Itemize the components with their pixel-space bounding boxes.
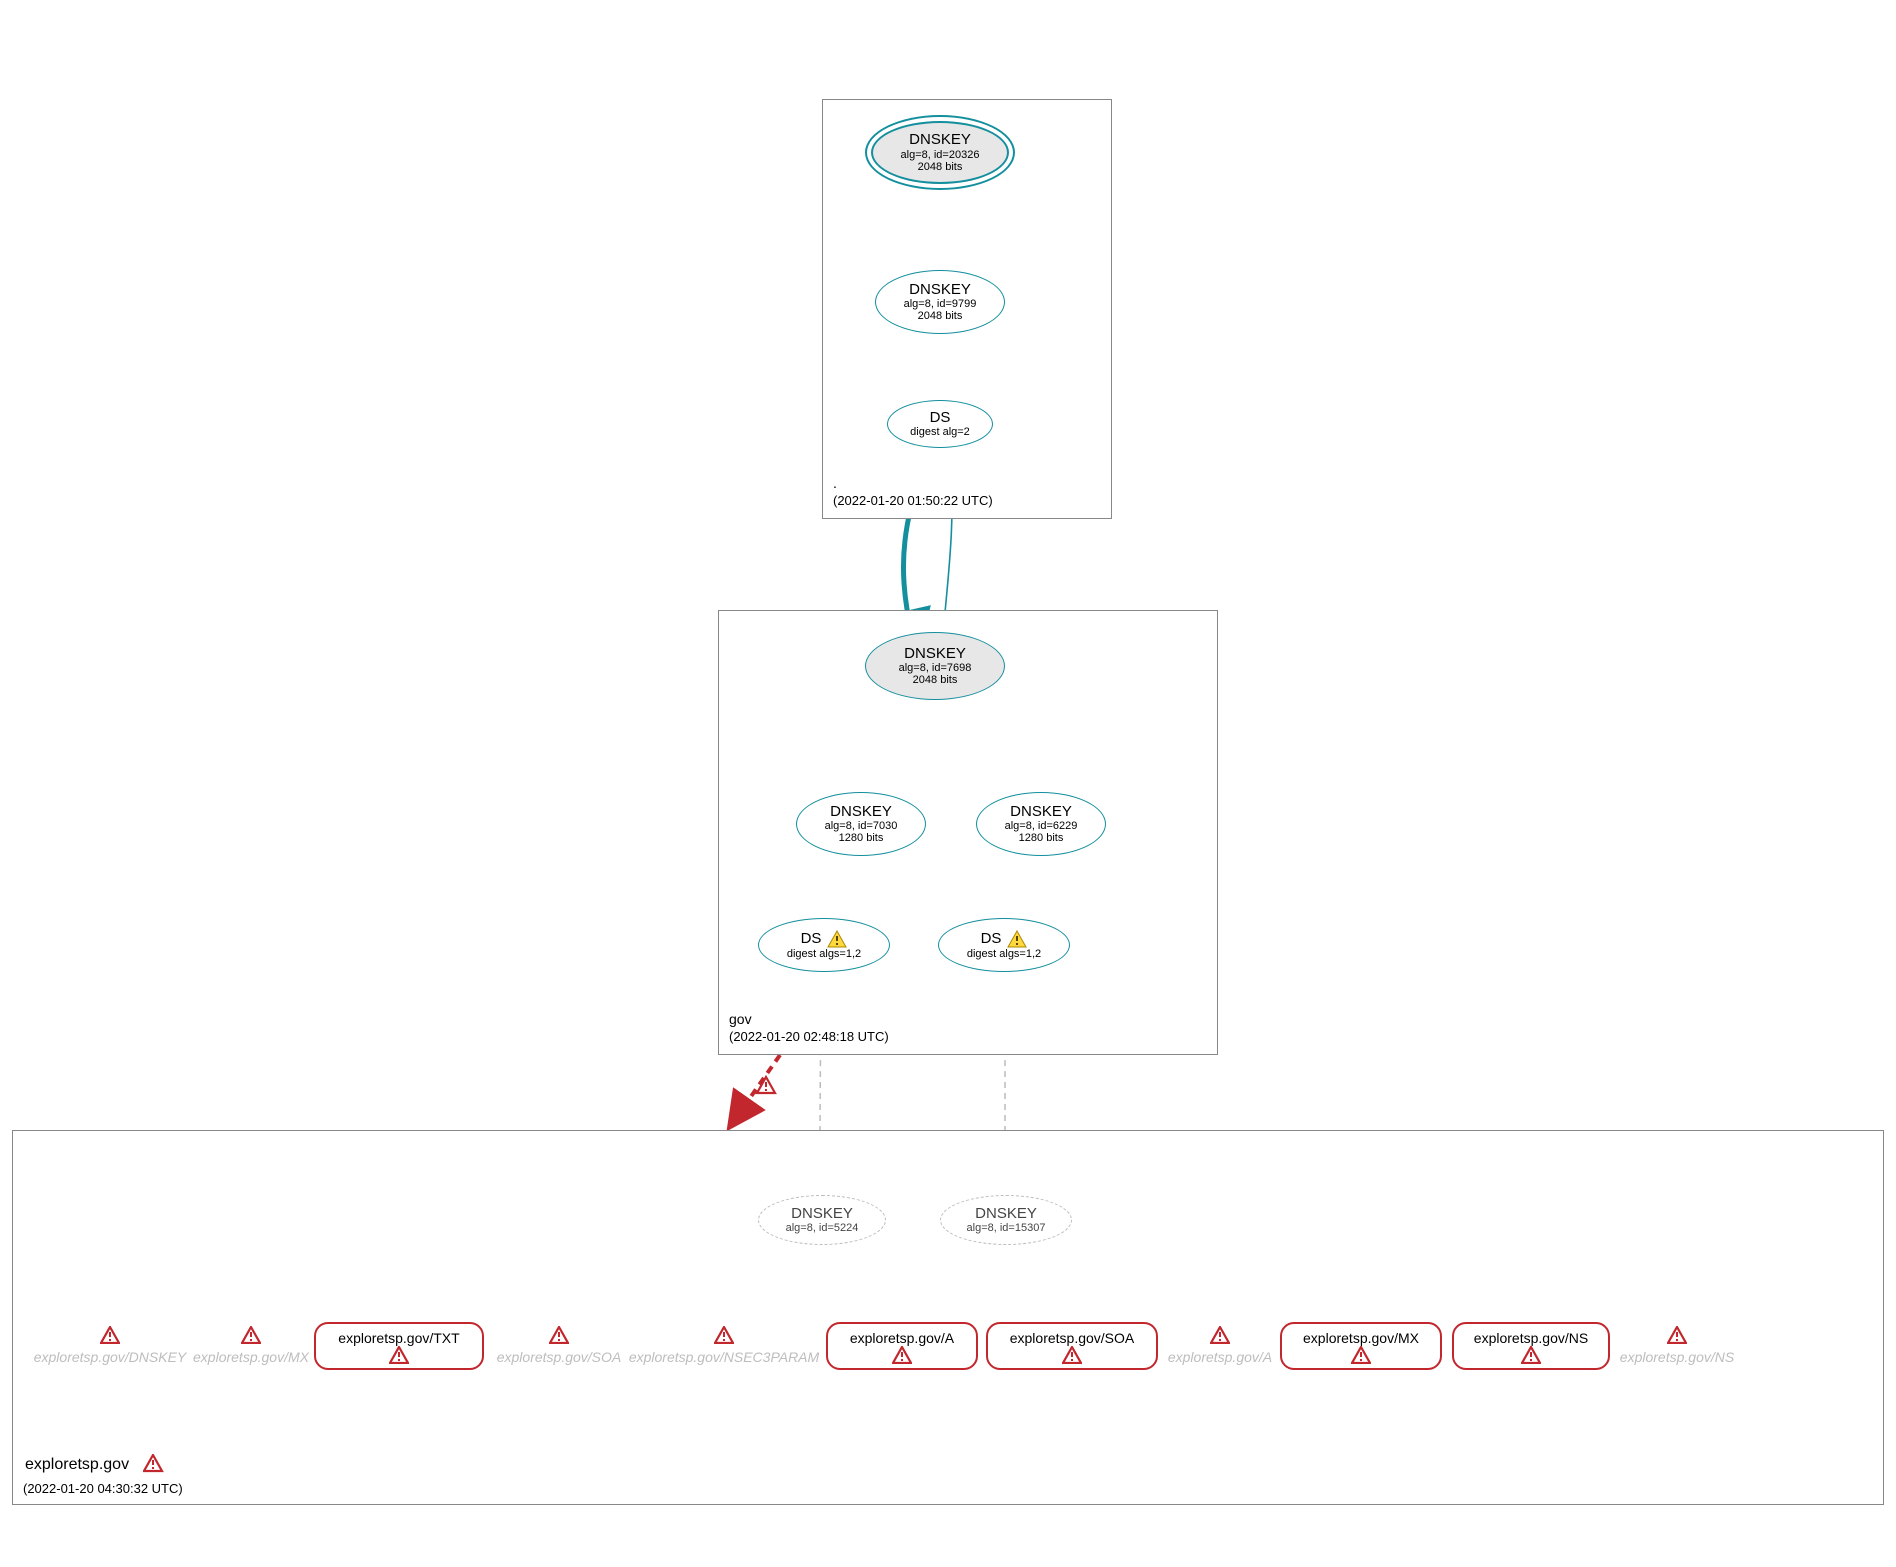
- faded-rr-label: exploretsp.gov/A: [1168, 1349, 1272, 1365]
- faded-rr-nsec3param: exploretsp.gov/NSEC3PARAM: [626, 1326, 822, 1365]
- zone-gov-time: (2022-01-20 02:48:18 UTC): [729, 1028, 889, 1046]
- node-title: DNSKEY: [975, 1206, 1037, 1223]
- node-title: DNSKEY: [830, 804, 892, 821]
- zone-exploretsp-name: exploretsp.gov: [25, 1456, 129, 1474]
- zone-exploretsp-time-wrap: (2022-01-20 04:30:32 UTC): [23, 1480, 183, 1498]
- node-sub2: 2048 bits: [918, 310, 963, 322]
- node-sub1: alg=8, id=5224: [786, 1222, 859, 1234]
- rr-label: exploretsp.gov/SOA: [1010, 1330, 1135, 1346]
- node-root-ds[interactable]: DS digest alg=2: [887, 400, 993, 448]
- zone-exploretsp-time: (2022-01-20 04:30:32 UTC): [23, 1480, 183, 1498]
- warning-icon: [714, 1326, 734, 1344]
- faded-rr-label: exploretsp.gov/MX: [193, 1349, 309, 1365]
- warning-icon: [1521, 1346, 1541, 1364]
- warning-icon: [1210, 1326, 1230, 1344]
- warning-icon: [143, 1454, 167, 1476]
- zone-exploretsp-title: exploretsp.gov: [25, 1454, 167, 1476]
- warning-icon: [892, 1346, 912, 1364]
- faded-rr-soa: exploretsp.gov/SOA: [494, 1326, 624, 1365]
- rr-exploretsp-mx[interactable]: exploretsp.gov/MX: [1280, 1322, 1442, 1370]
- node-sub1: alg=8, id=6229: [1005, 820, 1078, 832]
- zone-root-label: . (2022-01-20 01:50:22 UTC): [833, 474, 993, 510]
- rr-label: exploretsp.gov/MX: [1303, 1330, 1419, 1346]
- node-sub1: alg=8, id=9799: [904, 298, 977, 310]
- node-exp-dnskey-5224[interactable]: DNSKEY alg=8, id=5224: [758, 1195, 886, 1245]
- faded-rr-mx: exploretsp.gov/MX: [192, 1326, 310, 1365]
- warning-icon: [100, 1326, 120, 1344]
- node-title: DNSKEY: [909, 132, 971, 149]
- node-sub1: alg=8, id=15307: [967, 1222, 1046, 1234]
- warning-icon: [241, 1326, 261, 1344]
- node-gov-ds2[interactable]: DS digest algs=1,2: [938, 918, 1070, 972]
- node-title: DNSKEY: [904, 646, 966, 663]
- node-sub1: digest algs=1,2: [967, 948, 1041, 960]
- node-sub2: 1280 bits: [1019, 832, 1064, 844]
- rr-label: exploretsp.gov/TXT: [338, 1330, 459, 1346]
- node-gov-zsk1[interactable]: DNSKEY alg=8, id=7030 1280 bits: [796, 792, 926, 856]
- zone-gov-name: gov: [729, 1010, 889, 1029]
- rr-label: exploretsp.gov/NS: [1474, 1330, 1588, 1346]
- faded-rr-a: exploretsp.gov/A: [1166, 1326, 1274, 1365]
- node-root-zsk[interactable]: DNSKEY alg=8, id=9799 2048 bits: [875, 270, 1005, 334]
- node-gov-zsk2[interactable]: DNSKEY alg=8, id=6229 1280 bits: [976, 792, 1106, 856]
- node-exp-dnskey-15307[interactable]: DNSKEY alg=8, id=15307: [940, 1195, 1072, 1245]
- faded-rr-label: exploretsp.gov/NS: [1620, 1349, 1734, 1365]
- zone-root-time: (2022-01-20 01:50:22 UTC): [833, 492, 993, 510]
- faded-rr-dnskey: exploretsp.gov/DNSKEY: [30, 1326, 190, 1365]
- dnssec-graph: . (2022-01-20 01:50:22 UTC) gov (2022-01…: [0, 0, 1896, 1567]
- zone-exploretsp: exploretsp.gov (2022-01-20 04:30:32 UTC): [12, 1130, 1884, 1505]
- warning-icon: [1667, 1326, 1687, 1344]
- node-sub1: alg=8, id=7698: [899, 662, 972, 674]
- node-gov-ds1[interactable]: DS digest algs=1,2: [758, 918, 890, 972]
- rr-exploretsp-soa[interactable]: exploretsp.gov/SOA: [986, 1322, 1158, 1370]
- warning-icon: [1351, 1346, 1371, 1364]
- node-sub2: 2048 bits: [918, 161, 963, 173]
- faded-rr-label: exploretsp.gov/NSEC3PARAM: [629, 1349, 819, 1365]
- node-gov-ksk[interactable]: DNSKEY alg=8, id=7698 2048 bits: [865, 632, 1005, 700]
- node-sub1: alg=8, id=7030: [825, 820, 898, 832]
- faded-rr-label: exploretsp.gov/SOA: [497, 1349, 622, 1365]
- warning-icon: [1062, 1346, 1082, 1364]
- rr-exploretsp-a[interactable]: exploretsp.gov/A: [826, 1322, 978, 1370]
- node-sub1: digest alg=2: [910, 426, 970, 438]
- faded-rr-label: exploretsp.gov/DNSKEY: [34, 1349, 187, 1365]
- node-root-ksk[interactable]: DNSKEY alg=8, id=20326 2048 bits: [865, 115, 1015, 190]
- node-title: DNSKEY: [909, 282, 971, 299]
- node-title: DNSKEY: [1010, 804, 1072, 821]
- warning-icon: [827, 930, 847, 948]
- node-title: DNSKEY: [791, 1206, 853, 1223]
- node-sub2: 1280 bits: [839, 832, 884, 844]
- warning-icon: [1007, 930, 1027, 948]
- warning-icon: [389, 1346, 409, 1364]
- node-title: DS: [930, 410, 951, 427]
- node-sub2: 2048 bits: [913, 674, 958, 686]
- rr-exploretsp-ns[interactable]: exploretsp.gov/NS: [1452, 1322, 1610, 1370]
- zone-root-name: .: [833, 474, 993, 493]
- node-title: DS: [981, 931, 1002, 948]
- rr-label: exploretsp.gov/A: [850, 1330, 954, 1346]
- node-sub1: digest algs=1,2: [787, 948, 861, 960]
- faded-rr-ns: exploretsp.gov/NS: [1618, 1326, 1736, 1365]
- node-sub1: alg=8, id=20326: [901, 149, 980, 161]
- rr-exploretsp-txt[interactable]: exploretsp.gov/TXT: [314, 1322, 484, 1370]
- node-title: DS: [801, 931, 822, 948]
- warning-icon: [549, 1326, 569, 1344]
- zone-gov-label: gov (2022-01-20 02:48:18 UTC): [729, 1010, 889, 1046]
